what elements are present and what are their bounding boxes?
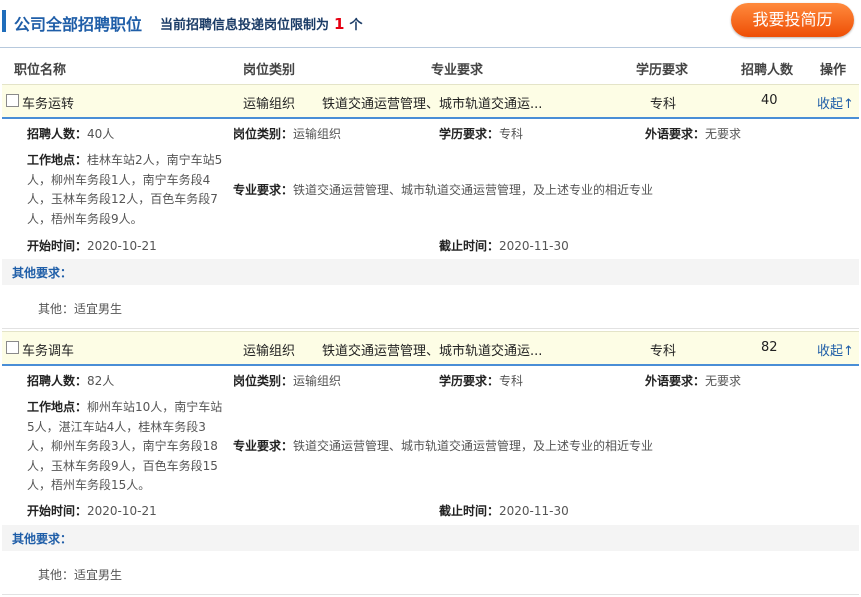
detail-major: 专业要求：铁道交通运营管理、城市轨道交通运营管理，及上述专业的相近专业 <box>233 439 654 453</box>
submit-resume-button[interactable]: 我要投简历 <box>731 3 854 37</box>
detail-category: 岗位类别：运输组织 <box>233 127 342 141</box>
job-name: 车务调车 <box>22 344 75 359</box>
detail-end-date: 截止时间：2020-11-30 <box>439 239 569 253</box>
page-header: 公司全部招聘职位 当前招聘信息投递岗位限制为 1 个 我要投简历 <box>0 0 861 44</box>
detail-start-date: 开始时间：2020-10-21 <box>27 239 157 253</box>
job-category: 运输组织 <box>243 344 296 359</box>
application-limit-note: 当前招聘信息投递岗位限制为 1 个 <box>160 14 362 33</box>
job-count: 82 <box>761 340 778 355</box>
page-title: 公司全部招聘职位 <box>14 15 143 34</box>
detail-start-date: 开始时间：2020-10-21 <box>27 504 157 518</box>
column-header-action: 操作 <box>820 63 847 78</box>
detail-education: 学历要求：专科 <box>439 127 524 141</box>
limit-note-prefix: 当前招聘信息投递岗位限制为 <box>160 18 330 33</box>
other-requirements-text: 其他：适宜男生 <box>38 302 123 316</box>
column-header-education: 学历要求 <box>636 63 689 78</box>
other-requirements-text: 其他：适宜男生 <box>38 568 123 582</box>
table-header: 职位名称 岗位类别 专业要求 学历要求 招聘人数 操作 <box>0 52 861 82</box>
job-row[interactable]: 车务运转 运输组织 铁道交通运营管理、城市轨道交通运... 专科 40 收起↑ <box>2 84 859 119</box>
limit-note-suffix: 个 <box>349 18 363 33</box>
collapse-link[interactable]: 收起↑ <box>817 93 854 112</box>
column-header-major: 专业要求 <box>431 63 484 78</box>
detail-category: 岗位类别：运输组织 <box>233 374 342 388</box>
job-major: 铁道交通运营管理、城市轨道交通运... <box>322 97 543 112</box>
detail-language: 外语要求：无要求 <box>645 374 742 388</box>
job-education: 专科 <box>650 97 677 112</box>
header-divider <box>0 47 861 48</box>
job-category: 运输组织 <box>243 97 296 112</box>
other-requirements-header: 其他要求： <box>2 259 859 285</box>
column-header-name: 职位名称 <box>14 63 67 78</box>
job-major: 铁道交通运营管理、城市轨道交通运... <box>322 344 543 359</box>
detail-major: 专业要求：铁道交通运营管理、城市轨道交通运营管理，及上述专业的相近专业 <box>233 183 654 197</box>
column-header-count: 招聘人数 <box>741 63 794 78</box>
detail-count: 招聘人数：40人 <box>27 127 115 141</box>
job-select-checkbox[interactable] <box>6 341 19 354</box>
job-divider <box>2 594 859 595</box>
job-count: 40 <box>761 93 778 108</box>
detail-count: 招聘人数：82人 <box>27 374 115 388</box>
title-accent-bar <box>2 10 6 32</box>
detail-location: 工作地点：柳州车站10人，南宁车站5人，湛江车站4人，桂林车务段3人，柳州车务段… <box>27 400 223 492</box>
job-select-checkbox[interactable] <box>6 94 19 107</box>
column-header-category: 岗位类别 <box>243 63 296 78</box>
limit-number: 1 <box>334 15 345 33</box>
detail-language: 外语要求：无要求 <box>645 127 742 141</box>
job-education: 专科 <box>650 344 677 359</box>
other-requirements-header: 其他要求： <box>2 525 859 551</box>
job-name: 车务运转 <box>22 97 75 112</box>
detail-education: 学历要求：专科 <box>439 374 524 388</box>
detail-location: 工作地点：桂林车站2人，南宁车站5人，柳州车务段1人，南宁车务段4人，玉林车务段… <box>27 153 223 226</box>
detail-end-date: 截止时间：2020-11-30 <box>439 504 569 518</box>
job-row[interactable]: 车务调车 运输组织 铁道交通运营管理、城市轨道交通运... 专科 82 收起↑ <box>2 331 859 366</box>
collapse-link[interactable]: 收起↑ <box>817 340 854 359</box>
job-divider <box>2 328 859 329</box>
